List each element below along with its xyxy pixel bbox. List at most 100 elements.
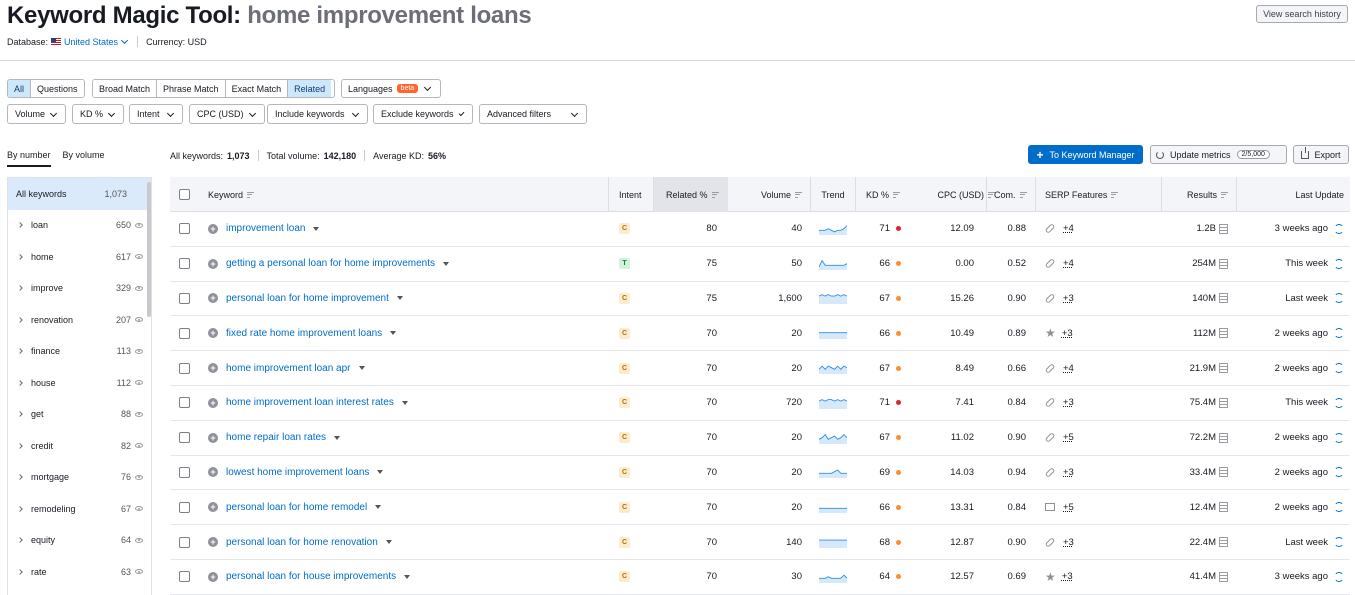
keyword-link[interactable]: personal loan for home improvement	[226, 293, 389, 304]
languages-dropdown[interactable]: Languages beta	[341, 79, 441, 98]
keyword-link[interactable]: fixed rate home improvement loans	[226, 328, 382, 339]
row-checkbox[interactable]	[179, 223, 190, 235]
keyword-link[interactable]: personal loan for home renovation	[226, 537, 378, 548]
add-keyword-icon[interactable]: +	[208, 223, 218, 234]
row-checkbox[interactable]	[179, 571, 190, 583]
to-keyword-manager-button[interactable]: + To Keyword Manager	[1028, 145, 1143, 164]
serp-more-link[interactable]: +4	[1063, 363, 1074, 374]
column-com[interactable]: Com.	[994, 177, 1027, 212]
refresh-icon[interactable]	[1334, 537, 1344, 548]
serp-more-link[interactable]: +3	[1063, 537, 1074, 548]
tab-all[interactable]: All	[8, 80, 32, 97]
refresh-icon[interactable]	[1334, 293, 1344, 304]
caret-down-icon[interactable]	[377, 470, 384, 475]
serp-document-icon[interactable]	[1219, 258, 1228, 269]
serp-document-icon[interactable]	[1219, 502, 1228, 513]
serp-document-icon[interactable]	[1219, 432, 1228, 443]
serp-document-icon[interactable]	[1219, 467, 1228, 478]
serp-document-icon[interactable]	[1219, 537, 1228, 548]
tab-questions[interactable]: Questions	[31, 80, 84, 97]
serp-more-link[interactable]: +5	[1063, 502, 1074, 513]
row-checkbox[interactable]	[179, 466, 190, 478]
eye-icon[interactable]	[135, 380, 143, 386]
column-related[interactable]: Related %	[654, 177, 728, 212]
row-checkbox[interactable]	[179, 536, 190, 548]
filter-intent[interactable]: Intent	[129, 104, 183, 124]
row-checkbox[interactable]	[179, 397, 190, 409]
eye-icon[interactable]	[135, 474, 143, 480]
serp-more-link[interactable]: +3	[1062, 571, 1073, 582]
serp-more-link[interactable]: +3	[1063, 397, 1074, 408]
add-keyword-icon[interactable]: +	[208, 363, 218, 374]
tab-broad-match[interactable]: Broad Match	[93, 80, 158, 97]
add-keyword-icon[interactable]: +	[208, 502, 218, 513]
eye-icon[interactable]	[135, 348, 143, 354]
filter-include-keywords[interactable]: Include keywords	[267, 104, 368, 124]
row-checkbox[interactable]	[179, 327, 190, 339]
caret-down-icon[interactable]	[334, 435, 341, 440]
eye-icon[interactable]	[135, 569, 143, 575]
eye-icon[interactable]	[135, 317, 143, 323]
column-serp-features[interactable]: SERP Features	[1045, 177, 1119, 212]
serp-more-link[interactable]: +3	[1062, 328, 1073, 339]
serp-more-link[interactable]: +4	[1063, 258, 1074, 269]
serp-document-icon[interactable]	[1219, 293, 1228, 304]
column-keyword[interactable]: Keyword	[208, 177, 255, 212]
sidebar-item-mortgage[interactable]: mortgage 76	[8, 462, 151, 494]
column-kd[interactable]: KD %	[866, 177, 901, 212]
filter-exclude-keywords[interactable]: Exclude keywords	[373, 104, 473, 124]
sidebar-item-get[interactable]: get 88	[8, 399, 151, 431]
keyword-link[interactable]: lowest home improvement loans	[226, 467, 369, 478]
caret-down-icon[interactable]	[313, 226, 320, 231]
sidebar-item-improve[interactable]: improve 329	[8, 273, 151, 305]
refresh-icon[interactable]	[1334, 328, 1344, 339]
serp-document-icon[interactable]	[1219, 223, 1228, 234]
caret-down-icon[interactable]	[396, 296, 403, 301]
serp-more-link[interactable]: +3	[1063, 467, 1074, 478]
eye-icon[interactable]	[135, 537, 143, 543]
keyword-link[interactable]: home improvement loan interest rates	[226, 397, 394, 408]
keyword-link[interactable]: home repair loan rates	[226, 432, 326, 443]
add-keyword-icon[interactable]: +	[208, 397, 218, 408]
keyword-link[interactable]: improvement loan	[226, 223, 305, 234]
serp-document-icon[interactable]	[1219, 363, 1228, 374]
caret-down-icon[interactable]	[390, 331, 397, 336]
serp-more-link[interactable]: +3	[1063, 293, 1074, 304]
sidebar-item-finance[interactable]: finance 113	[8, 336, 151, 368]
eye-icon[interactable]	[135, 506, 143, 512]
row-checkbox[interactable]	[179, 362, 190, 374]
serp-more-link[interactable]: +5	[1063, 432, 1074, 443]
export-button[interactable]: Export	[1293, 145, 1349, 164]
eye-icon[interactable]	[135, 411, 143, 417]
refresh-icon[interactable]	[1334, 258, 1344, 269]
column-intent[interactable]: Intent	[619, 177, 642, 212]
sidebar-item-remodeling[interactable]: remodeling 67	[8, 493, 151, 525]
sidebar-item-house[interactable]: house 112	[8, 367, 151, 399]
sidebar-item-all-keywords[interactable]: All keywords 1,073	[8, 178, 151, 210]
eye-icon[interactable]	[135, 222, 143, 228]
row-checkbox[interactable]	[179, 292, 190, 304]
sidebar-item-credit[interactable]: credit 82	[8, 430, 151, 462]
update-metrics-button[interactable]: Update metrics 2/5,000	[1150, 145, 1287, 164]
filter-volume[interactable]: Volume	[7, 104, 66, 124]
tab-exact-match[interactable]: Exact Match	[225, 80, 289, 97]
database-selector[interactable]: United States	[64, 36, 131, 47]
refresh-icon[interactable]	[1334, 432, 1344, 443]
column-volume[interactable]: Volume	[730, 177, 802, 212]
filter-cpc-usd[interactable]: CPC (USD)	[189, 104, 265, 124]
add-keyword-icon[interactable]: +	[208, 258, 218, 269]
column-trend[interactable]: Trend	[811, 177, 855, 212]
sidebar-scrollbar[interactable]	[147, 182, 151, 317]
row-checkbox[interactable]	[179, 501, 190, 513]
add-keyword-icon[interactable]: +	[208, 432, 218, 443]
caret-down-icon[interactable]	[375, 505, 382, 510]
sidebar-item-equity[interactable]: equity 64	[8, 525, 151, 557]
serp-more-link[interactable]: +4	[1063, 223, 1074, 234]
column-last-update[interactable]: Last Update	[1240, 177, 1344, 212]
refresh-icon[interactable]	[1334, 502, 1344, 513]
caret-down-icon[interactable]	[358, 366, 365, 371]
column-results[interactable]: Results	[1160, 177, 1228, 212]
add-keyword-icon[interactable]: +	[208, 293, 218, 304]
filter-kd[interactable]: KD %	[72, 104, 124, 124]
caret-down-icon[interactable]	[404, 574, 411, 579]
